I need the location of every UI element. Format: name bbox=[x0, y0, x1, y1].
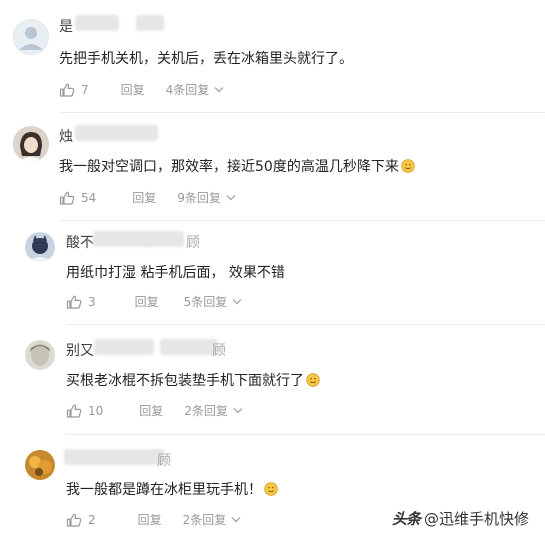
view-replies-button[interactable]: 2条回复 bbox=[184, 402, 243, 419]
comment-actions: 7 回复 4条回复 bbox=[59, 81, 224, 98]
view-replies-button[interactable]: 5条回复 bbox=[184, 293, 243, 310]
username-suffix: 顾 bbox=[186, 235, 200, 251]
view-replies-button[interactable]: 9条回复 bbox=[177, 189, 236, 206]
avatar[interactable] bbox=[25, 340, 55, 370]
username[interactable]: 酸不 bbox=[66, 232, 94, 252]
thumbs-up-icon bbox=[66, 295, 82, 309]
replies-count: 2条回复 bbox=[184, 404, 228, 418]
reply-button[interactable]: 回复 bbox=[132, 189, 156, 206]
reply-button[interactable]: 回复 bbox=[135, 293, 159, 310]
comment-text: 买根老冰棍不拆包装垫手机下面就行了 bbox=[66, 370, 320, 390]
like-count: 7 bbox=[81, 82, 89, 97]
replies-count: 2条回复 bbox=[182, 513, 227, 527]
replies-count: 4条回复 bbox=[165, 83, 210, 97]
view-replies-button[interactable]: 4条回复 bbox=[166, 81, 225, 98]
username-mask bbox=[136, 125, 158, 141]
comment-text: 我一般都是蹲在冰柜里玩手机！ bbox=[66, 479, 278, 499]
thumbs-up-icon bbox=[59, 83, 75, 97]
comment-text: 先把手机关机，关机后，丢在冰箱里头就行了。 bbox=[59, 51, 353, 67]
avatar[interactable] bbox=[13, 126, 49, 162]
thumbs-up-icon bbox=[66, 404, 82, 418]
like-count: 54 bbox=[81, 190, 97, 205]
divider bbox=[66, 434, 545, 435]
smile-emoji-icon bbox=[401, 159, 415, 173]
divider bbox=[66, 324, 545, 325]
watermark: 头条 @迅维手机快修 bbox=[392, 508, 529, 529]
comment-actions: 3 回复 5条回复 bbox=[66, 293, 242, 310]
divider bbox=[59, 112, 545, 113]
comment-actions: 54 回复 9条回复 bbox=[59, 189, 236, 206]
laugh-emoji-icon bbox=[306, 373, 320, 387]
like-button[interactable]: 2 bbox=[66, 513, 96, 527]
username-mask bbox=[136, 15, 164, 31]
watermark-account: @迅维手机快修 bbox=[423, 510, 529, 528]
username-mask bbox=[150, 231, 184, 247]
comment-text: 我一般对空调口，那效率，接近50度的高温几秒降下来 bbox=[59, 156, 415, 176]
username-mask bbox=[64, 449, 164, 465]
avatar[interactable] bbox=[25, 450, 55, 480]
username-mask bbox=[93, 231, 153, 247]
comment-text-content: 我一般对空调口，那效率，接近50度的高温几秒降下来 bbox=[59, 159, 399, 175]
like-button[interactable]: 54 bbox=[59, 191, 96, 205]
like-button[interactable]: 7 bbox=[59, 83, 89, 97]
like-count: 10 bbox=[88, 403, 104, 418]
username-mask bbox=[75, 125, 139, 141]
chevron-down-icon bbox=[226, 194, 236, 201]
chevron-down-icon bbox=[232, 298, 242, 305]
comment-text-content: 买根老冰棍不拆包装垫手机下面就行了 bbox=[66, 373, 304, 389]
username-suffix: 顾 bbox=[157, 453, 171, 469]
replies-count: 9条回复 bbox=[177, 191, 221, 205]
like-count: 2 bbox=[88, 512, 96, 527]
reply-button[interactable]: 回复 bbox=[138, 511, 162, 528]
chevron-down-icon bbox=[231, 516, 241, 523]
watermark-brand: 头条 bbox=[391, 510, 421, 528]
username-mask bbox=[160, 339, 218, 355]
replies-count: 5条回复 bbox=[183, 295, 228, 309]
chevron-down-icon bbox=[233, 407, 243, 414]
username[interactable]: 是 bbox=[59, 16, 73, 36]
thumbs-up-icon bbox=[59, 191, 75, 205]
username-suffix: 顾 bbox=[212, 343, 226, 359]
smile-emoji-icon bbox=[264, 482, 278, 496]
like-button[interactable]: 10 bbox=[66, 404, 103, 418]
username-mask bbox=[75, 15, 119, 31]
avatar[interactable] bbox=[13, 19, 49, 55]
thumbs-up-icon bbox=[66, 513, 82, 527]
view-replies-button[interactable]: 2条回复 bbox=[183, 511, 242, 528]
reply-button[interactable]: 回复 bbox=[139, 402, 163, 419]
comment-text: 用纸巾打湿 粘手机后面， 效果不错 bbox=[66, 265, 285, 281]
comment-actions: 2 回复 2条回复 bbox=[66, 511, 241, 528]
comment-text-content: 我一般都是蹲在冰柜里玩手机！ bbox=[66, 482, 262, 498]
like-count: 3 bbox=[88, 294, 96, 309]
chevron-down-icon bbox=[214, 86, 224, 93]
like-button[interactable]: 3 bbox=[66, 295, 96, 309]
username[interactable]: 烛 bbox=[59, 126, 73, 146]
reply-button[interactable]: 回复 bbox=[121, 81, 145, 98]
comment-actions: 10 回复 2条回复 bbox=[66, 402, 243, 419]
avatar[interactable] bbox=[25, 232, 55, 262]
username-mask bbox=[94, 339, 154, 355]
divider bbox=[59, 220, 545, 221]
username[interactable]: 别又 bbox=[66, 340, 94, 360]
